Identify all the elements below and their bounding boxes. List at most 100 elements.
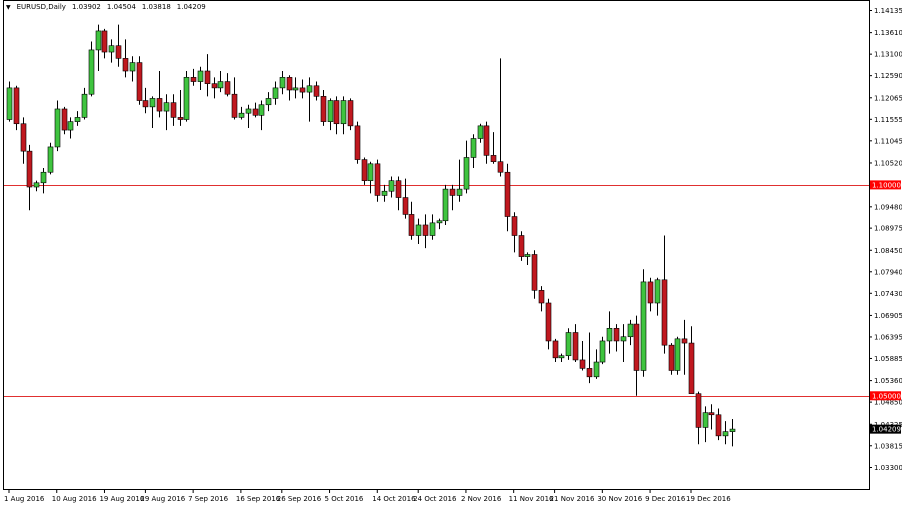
bull-candle-body — [74, 117, 81, 122]
y-tick-label: 1.12590 — [874, 72, 902, 80]
candle — [552, 338, 559, 363]
bear-candle-body — [504, 171, 511, 217]
candle — [702, 406, 709, 443]
bull-candle-body — [565, 332, 572, 357]
bull-candle-body — [279, 77, 286, 89]
bear-candle-body — [136, 62, 143, 101]
candle — [265, 92, 272, 112]
candle — [402, 178, 409, 219]
candle — [54, 100, 61, 152]
bear-candle-body — [661, 279, 668, 346]
bear-candle-body — [231, 93, 238, 118]
bull-candle-body — [292, 87, 299, 91]
bull-candle-body — [88, 49, 95, 95]
candle — [95, 24, 102, 72]
bull-candle-body — [81, 93, 88, 118]
bear-candle-body — [668, 344, 675, 371]
bull-candle-body — [599, 340, 606, 363]
candle — [61, 106, 68, 135]
bear-candle-body — [408, 214, 415, 236]
y-tick-label: 1.07430 — [874, 290, 902, 298]
axis-price-labels: 1.10000 1.05000 1.04209 — [870, 180, 901, 434]
candle — [422, 214, 429, 249]
bull-candle-body — [197, 70, 204, 82]
candle — [33, 180, 40, 192]
x-tick-label: 14 Oct 2016 — [372, 495, 416, 503]
bull-candle-body — [470, 138, 477, 158]
bear-candle-body — [252, 108, 259, 116]
x-tick-label: 7 Sep 2016 — [188, 495, 228, 503]
candle — [613, 324, 620, 352]
candle — [456, 159, 463, 202]
candle — [408, 201, 415, 240]
bear-candle-body — [715, 414, 722, 437]
bear-candle-body — [633, 323, 640, 371]
candle — [599, 336, 606, 365]
candle — [252, 102, 259, 118]
candle — [654, 277, 661, 316]
candle — [470, 134, 477, 169]
candle — [449, 184, 456, 211]
candle — [20, 117, 27, 164]
x-tick-label: 19 Dec 2016 — [686, 495, 731, 503]
candle — [156, 71, 163, 118]
bear-candle-body — [286, 77, 293, 91]
x-tick-label: 5 Oct 2016 — [325, 495, 364, 503]
candle — [333, 96, 340, 135]
level-label-text: 1.05000 — [872, 392, 901, 400]
candle — [245, 104, 252, 128]
candle — [306, 77, 313, 122]
y-tick-label: 1.13100 — [874, 51, 902, 59]
candle — [497, 58, 504, 177]
x-tick-label: 19 Aug 2016 — [99, 495, 144, 503]
y-tick-label: 1.11555 — [874, 116, 902, 124]
candle — [415, 218, 422, 244]
y-tick-label: 1.05360 — [874, 377, 902, 385]
candle — [729, 418, 736, 447]
bull-candle-body — [47, 146, 54, 173]
bull-candle-body — [640, 281, 647, 371]
candle — [647, 277, 654, 312]
candle — [129, 56, 136, 82]
bull-candle-body — [381, 190, 388, 196]
x-tick-label: 11 Nov 2016 — [509, 495, 554, 503]
bear-candle-body — [422, 224, 429, 236]
candle — [258, 100, 265, 131]
bull-candle-body — [436, 220, 443, 224]
bull-candle-body — [606, 328, 613, 342]
candle — [122, 39, 129, 78]
candle — [661, 235, 668, 354]
candle — [340, 96, 347, 135]
candle — [74, 111, 81, 126]
candle — [320, 89, 327, 126]
candle — [197, 66, 204, 90]
candle — [442, 184, 449, 225]
x-tick-label: 2 Nov 2016 — [461, 495, 502, 503]
bear-candle-body — [483, 125, 490, 156]
x-tick-label: 10 Aug 2016 — [52, 495, 97, 503]
candle — [217, 71, 224, 93]
candle — [538, 286, 545, 312]
bear-candle-body — [299, 87, 306, 93]
candle — [40, 168, 47, 194]
candle — [490, 132, 497, 164]
candle — [190, 68, 197, 86]
candle — [327, 98, 334, 131]
candle — [231, 77, 238, 120]
bull-candle-body — [258, 104, 265, 116]
x-tick-label: 9 Dec 2016 — [645, 495, 686, 503]
candle — [361, 157, 368, 185]
bear-candle-body — [586, 368, 593, 378]
candle — [483, 121, 490, 164]
current-price-label: 1.04209 — [870, 424, 901, 434]
bull-candle-body — [306, 85, 313, 93]
bear-candle-body — [688, 342, 695, 394]
bear-candle-body — [354, 125, 361, 160]
candle — [524, 252, 531, 266]
bull-candle-body — [265, 98, 272, 106]
candle — [627, 319, 634, 346]
bull-candle-body — [54, 108, 61, 148]
candle — [313, 81, 320, 101]
y-tick-label: 1.08450 — [874, 247, 902, 255]
bull-candle-body — [674, 338, 681, 371]
